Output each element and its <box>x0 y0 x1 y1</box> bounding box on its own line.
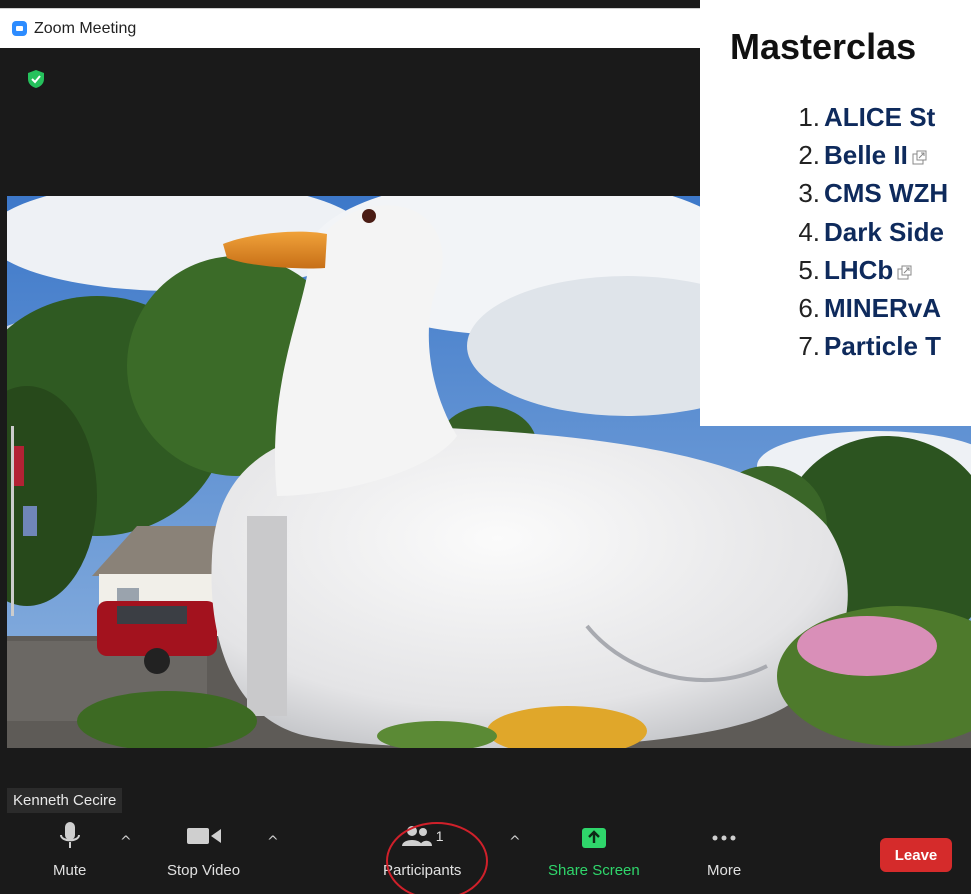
security-shield-icon[interactable] <box>28 70 44 88</box>
more-dots-icon <box>712 835 736 841</box>
more-label: More <box>707 862 742 879</box>
list-item[interactable]: 4. Dark Side <box>700 213 948 251</box>
leave-button[interactable]: Leave <box>880 838 952 872</box>
participants-annotation-circle <box>386 822 488 894</box>
list-item[interactable]: 6. MINERvA <box>700 289 948 327</box>
list-item[interactable]: 7. Particle T <box>700 328 948 366</box>
list-item[interactable]: 5. LHCb <box>700 251 948 289</box>
list-item[interactable]: 1. ALICE St <box>700 98 948 136</box>
list-item[interactable]: 2. Belle II <box>700 136 948 174</box>
participant-name-tag: Kenneth Cecire <box>7 788 123 813</box>
masterclass-link[interactable]: MINERvA <box>824 293 941 324</box>
share-screen-button[interactable]: Share Screen <box>548 820 640 879</box>
masterclass-link[interactable]: ALICE St <box>824 102 935 133</box>
masterclass-link[interactable]: Particle T <box>824 331 941 362</box>
external-link-icon <box>897 265 912 280</box>
stop-video-label: Stop Video <box>167 862 241 879</box>
masterclass-list: 1. ALICE St 2. Belle II 3. CMS WZH 4. Da… <box>700 98 948 366</box>
audio-options-caret[interactable]: ^ <box>120 834 132 850</box>
masterclass-link[interactable]: Dark Side <box>824 217 944 248</box>
microphone-icon <box>59 822 80 848</box>
masterclass-link[interactable]: Belle II <box>824 140 908 171</box>
external-link-icon <box>912 150 927 165</box>
video-camera-icon <box>186 828 221 844</box>
meeting-toolbar: Mute ^ Stop Video ^ 1 Participants ^ Sha… <box>7 820 971 894</box>
video-options-caret[interactable]: ^ <box>267 834 279 850</box>
share-screen-label: Share Screen <box>548 862 640 879</box>
zoom-app-icon <box>12 21 27 36</box>
participants-options-caret[interactable]: ^ <box>509 834 521 850</box>
masterclass-heading: Masterclas <box>730 26 917 67</box>
mute-button[interactable]: Mute <box>53 820 86 879</box>
masterclass-link[interactable]: CMS WZH <box>824 178 948 209</box>
share-screen-icon <box>581 828 606 848</box>
stop-video-button[interactable]: Stop Video <box>167 820 240 879</box>
more-button[interactable]: More <box>707 820 741 879</box>
window-title: Zoom Meeting <box>34 19 137 37</box>
title-bar: Zoom Meeting <box>0 8 700 48</box>
masterclass-link[interactable]: LHCb <box>824 255 893 286</box>
list-item[interactable]: 3. CMS WZH <box>700 175 948 213</box>
mute-label: Mute <box>53 862 87 879</box>
masterclass-list-panel: Masterclas 1. ALICE St 2. Belle II 3. CM… <box>700 0 971 426</box>
